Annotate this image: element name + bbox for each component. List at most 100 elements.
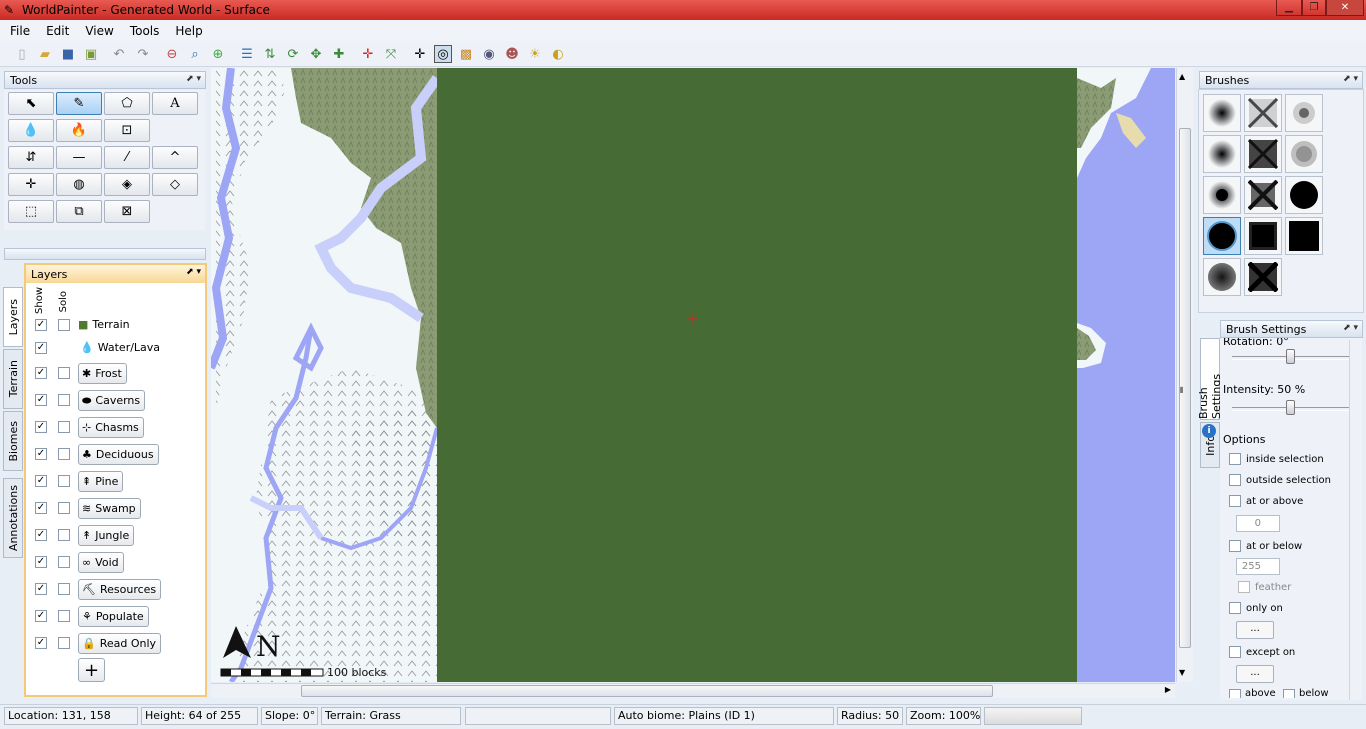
above-checkbox[interactable] bbox=[1229, 689, 1241, 698]
menu-view[interactable]: View bbox=[77, 24, 121, 38]
inside-selection-option[interactable]: inside selection bbox=[1229, 453, 1324, 465]
contours-button[interactable]: ◎ bbox=[434, 45, 452, 63]
layer-show-checkbox[interactable]: ✓ bbox=[35, 394, 47, 406]
panel-controls-icon[interactable]: ⬈ ▾ bbox=[186, 267, 201, 277]
layer-show-checkbox[interactable]: ✓ bbox=[35, 367, 47, 379]
map-horizontal-scrollbar[interactable]: ▶ bbox=[211, 683, 1175, 698]
tab-layers[interactable]: Layers bbox=[3, 287, 23, 347]
layer-button-frost[interactable]: ✱ Frost bbox=[78, 363, 127, 384]
tab-biomes[interactable]: Biomes bbox=[3, 411, 23, 471]
raise-lower-tool[interactable]: ⇵ bbox=[8, 146, 54, 169]
layer-show-checkbox[interactable]: ✓ bbox=[35, 421, 47, 433]
brush-spike-square[interactable] bbox=[1244, 258, 1282, 296]
below-level-spinner[interactable]: 255 bbox=[1236, 558, 1280, 575]
splitter-grip-icon[interactable]: ⦀ bbox=[1180, 386, 1188, 395]
tab-annotations[interactable]: Annotations bbox=[3, 478, 23, 558]
layer-show-checkbox[interactable]: ✓ bbox=[35, 502, 47, 514]
layer-button-void[interactable]: ∞ Void bbox=[78, 552, 124, 573]
world-map-tool[interactable]: ◍ bbox=[56, 173, 102, 196]
inside-selection-checkbox[interactable] bbox=[1229, 453, 1241, 465]
layer-button-deciduous[interactable]: ♣ Deciduous bbox=[78, 444, 159, 465]
minimize-button[interactable]: ▁ bbox=[1276, 0, 1302, 16]
layer-solo-checkbox[interactable] bbox=[58, 502, 70, 514]
copy-selection-tool[interactable]: ⧉ bbox=[56, 200, 102, 223]
view-distance-button[interactable]: ◉ bbox=[480, 45, 498, 63]
flood-lava-tool[interactable]: 🔥 bbox=[56, 119, 102, 142]
spawn-tool[interactable]: ✛ bbox=[8, 173, 54, 196]
tab-brush-settings[interactable]: Brush Settings bbox=[1197, 338, 1223, 420]
brush-medium-round[interactable] bbox=[1203, 135, 1241, 173]
horizontal-scroll-thumb[interactable] bbox=[301, 685, 993, 697]
shift-world-button[interactable]: ✥ bbox=[307, 45, 325, 63]
map-vertical-scrollbar[interactable]: ▲ ▼ bbox=[1176, 68, 1193, 682]
sponge-tool[interactable]: ⊡ bbox=[104, 119, 150, 142]
menu-help[interactable]: Help bbox=[167, 24, 210, 38]
layer-solo-checkbox[interactable] bbox=[58, 319, 70, 331]
shift-height-button[interactable]: ⇅ bbox=[261, 45, 279, 63]
except-on-checkbox[interactable] bbox=[1229, 646, 1241, 658]
feather-option[interactable]: feather bbox=[1238, 581, 1291, 593]
at-or-below-checkbox[interactable] bbox=[1229, 540, 1241, 552]
layer-solo-checkbox[interactable] bbox=[58, 394, 70, 406]
zoom-in-button[interactable]: ⊕ bbox=[209, 45, 227, 63]
layer-button-jungle[interactable]: ↟ Jungle bbox=[78, 525, 135, 546]
grid-button[interactable]: ✛ bbox=[411, 45, 429, 63]
layer-button-read-only[interactable]: 🔒 Read Only bbox=[78, 633, 162, 654]
panel-controls-icon[interactable]: ⬈ ▾ bbox=[186, 74, 201, 84]
zoom-out-button[interactable]: ⊖ bbox=[163, 45, 181, 63]
open-world-button[interactable]: ▰ bbox=[36, 45, 54, 63]
menu-file[interactable]: File bbox=[2, 24, 38, 38]
layer-solo-checkbox[interactable] bbox=[58, 421, 70, 433]
smooth-tool[interactable]: ⁄ bbox=[104, 146, 150, 169]
scroll-right-icon[interactable]: ▶ bbox=[1165, 685, 1171, 694]
layer-show-checkbox[interactable]: ✓ bbox=[35, 529, 47, 541]
menu-edit[interactable]: Edit bbox=[38, 24, 77, 38]
layer-button-terrain[interactable]: ■ Terrain bbox=[78, 318, 130, 331]
panel-controls-icon[interactable]: ⬈ ▾ bbox=[1343, 323, 1358, 333]
flood-water-tool[interactable]: 💧 bbox=[8, 119, 54, 142]
dimension-properties-button[interactable]: ☰ bbox=[238, 45, 256, 63]
layer-show-checkbox[interactable]: ✓ bbox=[35, 319, 47, 331]
raise-rotated-pyramid-tool[interactable]: ◇ bbox=[152, 173, 198, 196]
layer-solo-checkbox[interactable] bbox=[58, 529, 70, 541]
above-level-spinner[interactable]: 0 bbox=[1236, 515, 1280, 532]
select-brush-tool[interactable]: ⬉ bbox=[8, 92, 54, 115]
layer-button-pine[interactable]: ⇞ Pine bbox=[78, 471, 124, 492]
new-world-button[interactable]: ▯ bbox=[13, 45, 31, 63]
tab-terrain[interactable]: Terrain bbox=[3, 349, 23, 409]
rotate-world-button[interactable]: ⟳ bbox=[284, 45, 302, 63]
only-on-checkbox[interactable] bbox=[1229, 602, 1241, 614]
outside-selection-checkbox[interactable] bbox=[1229, 474, 1241, 486]
at-or-below-option[interactable]: at or below bbox=[1229, 540, 1302, 552]
undo-button[interactable]: ↶ bbox=[110, 45, 128, 63]
layer-solo-checkbox[interactable] bbox=[58, 637, 70, 649]
layer-button-populate[interactable]: ⚘ Populate bbox=[78, 606, 149, 627]
layer-button-swamp[interactable]: ≋ Swamp bbox=[78, 498, 141, 519]
move-to-spawn-button[interactable]: ✛ bbox=[359, 45, 377, 63]
collapsed-panel-header[interactable] bbox=[4, 248, 206, 260]
scroll-down-icon[interactable]: ▼ bbox=[1179, 668, 1185, 677]
brush-soft-round[interactable] bbox=[1203, 94, 1241, 132]
layer-button-water-lava[interactable]: 💧 Water/Lava bbox=[78, 341, 160, 354]
select-region-tool[interactable]: ⬚ bbox=[8, 200, 54, 223]
light-origin-button[interactable]: ☀ bbox=[526, 45, 544, 63]
except-on-select-button[interactable]: ... bbox=[1236, 665, 1274, 683]
layer-show-checkbox[interactable]: ✓ bbox=[35, 637, 47, 649]
layer-button-caverns[interactable]: ⬬ Caverns bbox=[78, 390, 146, 411]
layer-button-resources[interactable]: ⛏ Resources bbox=[78, 579, 162, 600]
map-canvas[interactable]: N 100 blocks bbox=[211, 68, 1175, 682]
clear-selection-tool[interactable]: ⊠ bbox=[104, 200, 150, 223]
feather-checkbox[interactable] bbox=[1238, 581, 1250, 593]
layer-solo-checkbox[interactable] bbox=[58, 475, 70, 487]
brush-spike-round[interactable] bbox=[1203, 258, 1241, 296]
layer-show-checkbox[interactable]: ✓ bbox=[35, 342, 47, 354]
brush-constant-round-selected[interactable] bbox=[1203, 217, 1241, 255]
brush-noise-small[interactable] bbox=[1285, 94, 1323, 132]
layer-solo-checkbox[interactable] bbox=[58, 583, 70, 595]
at-or-above-option[interactable]: at or above bbox=[1229, 495, 1303, 507]
brush-medium-square[interactable] bbox=[1244, 135, 1282, 173]
brush-hard-round[interactable] bbox=[1285, 176, 1323, 214]
only-on-option[interactable]: only on bbox=[1229, 602, 1283, 614]
outside-selection-option[interactable]: outside selection bbox=[1229, 474, 1331, 486]
maximize-button[interactable]: ❐ bbox=[1302, 0, 1326, 16]
